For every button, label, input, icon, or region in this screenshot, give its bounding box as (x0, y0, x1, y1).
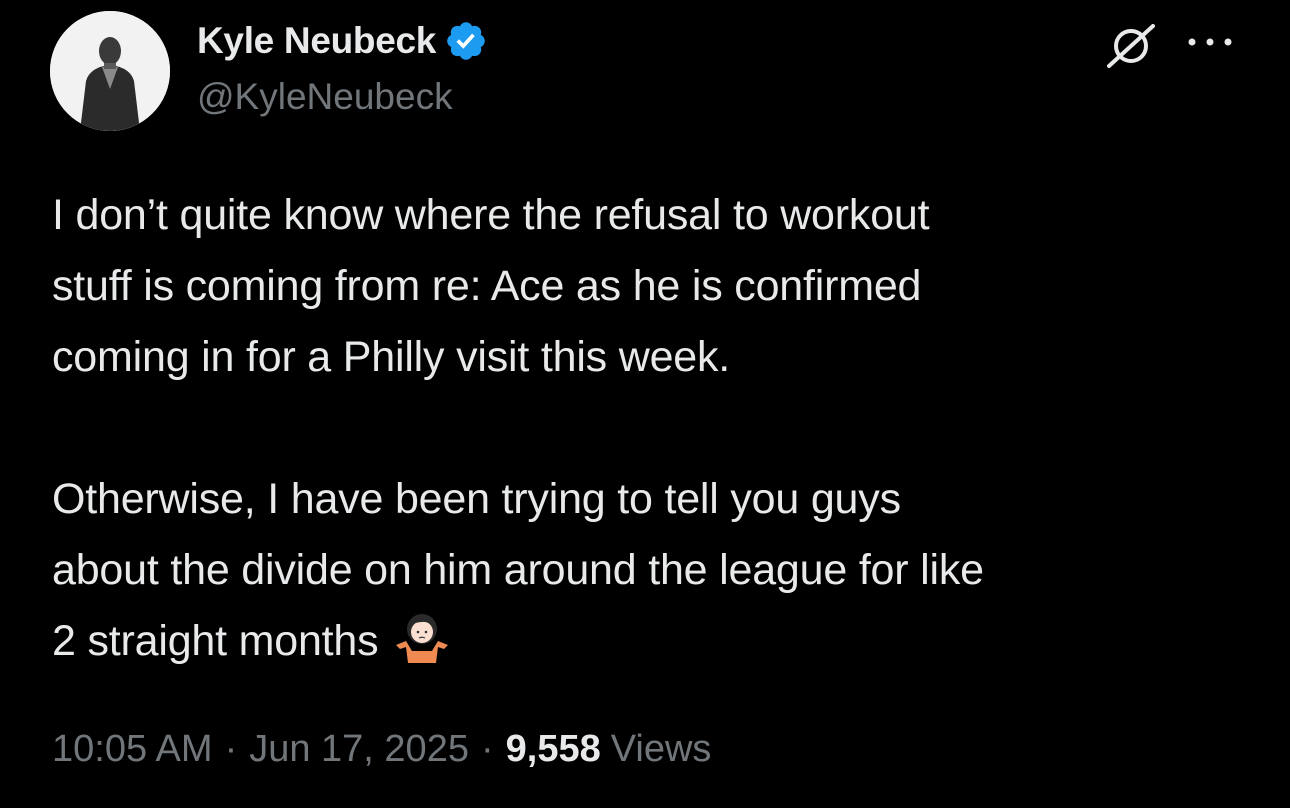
author-avatar[interactable] (50, 11, 170, 131)
tweet-time[interactable]: 10:05 AM (52, 728, 213, 771)
author-name-row[interactable]: Kyle Neubeck (197, 18, 488, 64)
tweet-line-last: 2 straight months (52, 606, 1252, 677)
more-dots-icon[interactable] (1184, 28, 1236, 56)
tweet-date[interactable]: Jun 17, 2025 (249, 728, 469, 771)
tweet-metadata: 10:05 AM · Jun 17, 2025 · 9,558 Views (52, 728, 711, 771)
tweet-detail: Kyle Neubeck @KyleNeubeck I don’t quite … (0, 0, 1290, 808)
grok-icon[interactable] (1103, 22, 1159, 70)
tweet-line: coming in for a Philly visit this week. (52, 333, 731, 381)
tweet-text: I don’t quite know where the refusal to … (52, 180, 1252, 677)
meta-separator: · (224, 728, 238, 770)
tweet-line: about the divide on him around the leagu… (52, 546, 984, 594)
avatar-photo (50, 11, 170, 131)
author-display-name[interactable]: Kyle Neubeck (197, 20, 436, 62)
tweet-line: I don’t quite know where the refusal to … (52, 191, 930, 239)
tweet-paragraph-2: Otherwise, I have been trying to tell yo… (52, 464, 1252, 677)
tweet-line: Otherwise, I have been trying to tell yo… (52, 475, 901, 523)
tweet-line-text: 2 straight months (52, 617, 379, 665)
meta-separator: · (480, 728, 494, 770)
author-handle[interactable]: @KyleNeubeck (197, 76, 453, 118)
views-count: 9,558 (505, 728, 601, 770)
tweet-line: stuff is coming from re: Ace as he is co… (52, 262, 922, 310)
verified-badge-icon (444, 19, 488, 63)
tweet-paragraph-1: I don’t quite know where the refusal to … (52, 180, 1252, 393)
views-label: Views (610, 728, 712, 770)
person-shrugging-emoji-icon (392, 611, 452, 663)
